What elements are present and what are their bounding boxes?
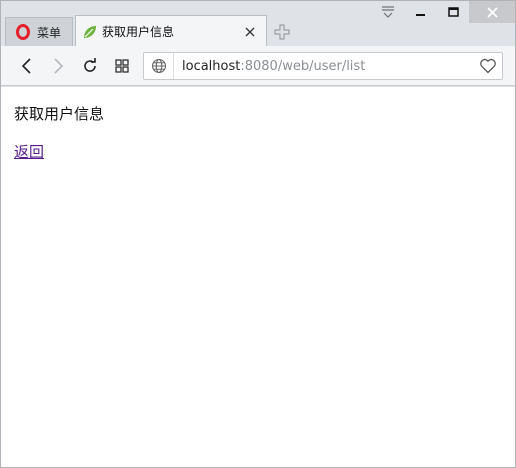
minimize-icon[interactable]: [405, 1, 437, 23]
new-tab-icon[interactable]: [273, 23, 291, 41]
opera-menu-button[interactable]: 菜单: [5, 17, 73, 46]
speed-dial-icon[interactable]: [110, 54, 134, 78]
back-icon[interactable]: [15, 54, 39, 78]
browser-window: 菜单 获取用户信息 localhost:8080/web/user/list 获…: [0, 0, 516, 468]
window-close-icon[interactable]: [469, 1, 515, 23]
heart-icon[interactable]: [474, 53, 502, 79]
url-text[interactable]: localhost:8080/web/user/list: [174, 59, 474, 74]
tab-strip: 菜单 获取用户信息: [1, 1, 515, 47]
maximize-icon[interactable]: [437, 1, 469, 23]
reload-icon[interactable]: [78, 54, 102, 78]
spring-leaf-icon: [84, 25, 96, 38]
url-path: :8080/web/user/list: [240, 58, 366, 74]
address-bar[interactable]: localhost:8080/web/user/list: [143, 52, 503, 80]
tab-title: 获取用户信息: [102, 25, 175, 39]
forward-icon[interactable]: [46, 54, 70, 78]
back-link[interactable]: 返回: [14, 141, 44, 162]
url-host: localhost: [182, 58, 241, 74]
page-viewport: 获取用户信息 返回: [1, 87, 515, 467]
toolbar: localhost:8080/web/user/list: [1, 46, 515, 86]
globe-icon[interactable]: [144, 53, 174, 79]
close-icon[interactable]: [238, 20, 262, 44]
menu-label: 菜单: [37, 25, 62, 40]
tab-active[interactable]: 获取用户信息: [75, 15, 267, 47]
window-controls: [371, 1, 515, 23]
stash-icon[interactable]: [371, 1, 405, 23]
opera-logo-icon: [16, 24, 30, 40]
page-heading: 获取用户信息: [14, 105, 105, 123]
